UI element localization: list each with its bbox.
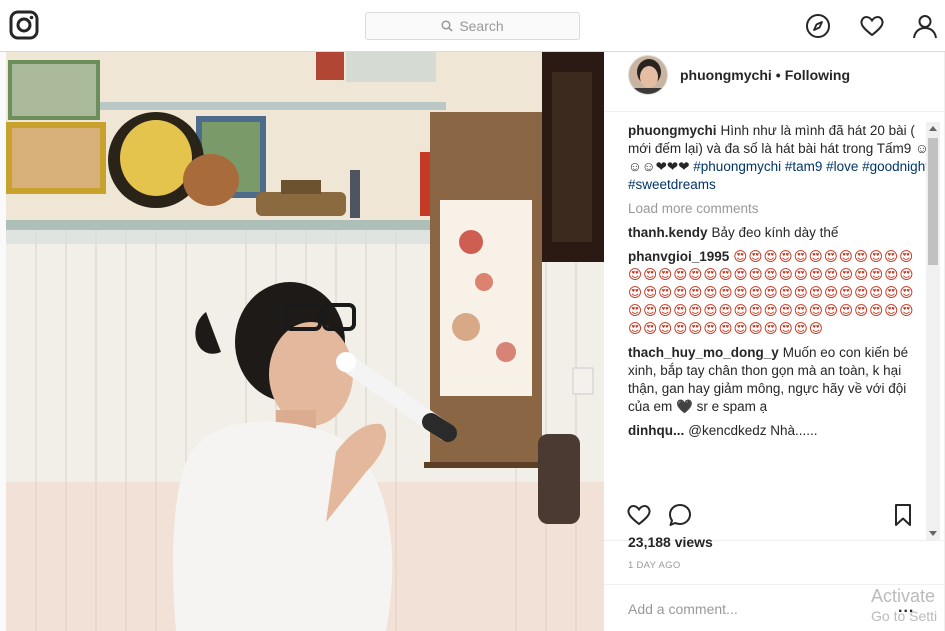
bookmark-icon[interactable] <box>890 502 916 528</box>
scrollbar-thumb[interactable] <box>928 138 938 265</box>
username-link[interactable]: phuongmychi <box>680 67 772 83</box>
watermark-line-1: Activate <box>871 586 936 606</box>
caption-username[interactable]: phuongmychi <box>628 123 717 138</box>
post-timestamp: 1 DAY AGO <box>628 560 681 571</box>
caption: phuongmychi Hình như là mình đã hát 20 bà… <box>628 122 929 194</box>
list-item: phanvgioi_1995 😍😍😍😍😍😍😍😍😍😍😍😍😍😍😍😍😍😍😍😍😍😍😍😍😍😍… <box>628 248 929 338</box>
separator-dot: • <box>775 67 781 83</box>
comment-bubble-icon[interactable] <box>667 502 693 528</box>
post-header: phuongmychi • Following <box>604 52 945 112</box>
explore-compass-icon[interactable] <box>805 13 831 39</box>
views-count[interactable]: 23,188 views <box>628 534 713 550</box>
add-comment-input[interactable]: Add a comment... <box>628 601 738 617</box>
search-input[interactable]: Search <box>365 12 580 40</box>
comment-text: @kencdkedz Nhà...... <box>688 423 818 438</box>
watermark-line-2: Go to Setti <box>871 608 938 624</box>
comment-text: Bảy đeo kính dày thế <box>711 225 839 240</box>
comment-username[interactable]: dinhqu... <box>628 423 684 438</box>
load-more-comments-link[interactable]: Load more comments <box>628 200 929 218</box>
avatar[interactable] <box>628 55 668 95</box>
following-button[interactable]: Following <box>785 67 850 83</box>
list-item: dinhqu... @kencdkedz Nhà...... <box>628 422 929 440</box>
search-placeholder: Search <box>459 18 504 34</box>
list-item: thanh.kendy Bảy đeo kính dày thế <box>628 224 929 242</box>
scroll-up-icon[interactable] <box>929 126 937 131</box>
comments-list[interactable]: phuongmychi Hình như là mình đã hát 20 bà… <box>604 122 929 540</box>
comment-username[interactable]: thach_huy_mo_dong_y <box>628 345 779 360</box>
comment-username[interactable]: phanvgioi_1995 <box>628 249 729 264</box>
search-icon <box>441 20 453 32</box>
top-navigation-bar: Search <box>0 0 945 52</box>
post-side-panel: phuongmychi • Following phuongmychi Hình nh… <box>604 52 945 631</box>
like-heart-icon[interactable] <box>626 502 652 528</box>
heart-icon[interactable] <box>859 13 885 39</box>
comments-scrollbar[interactable] <box>926 122 940 540</box>
list-item: thach_huy_mo_dong_y Muốn eo con kiến bé x… <box>628 344 929 416</box>
comment-username[interactable]: thanh.kendy <box>628 225 708 240</box>
header-username-row: phuongmychi • Following <box>680 67 850 83</box>
windows-activation-watermark: Activate Go to Setti <box>871 586 937 626</box>
post-video[interactable] <box>6 52 604 631</box>
instagram-logo-icon[interactable] <box>9 10 39 40</box>
profile-icon[interactable] <box>912 13 938 39</box>
scroll-down-icon[interactable] <box>929 531 937 536</box>
